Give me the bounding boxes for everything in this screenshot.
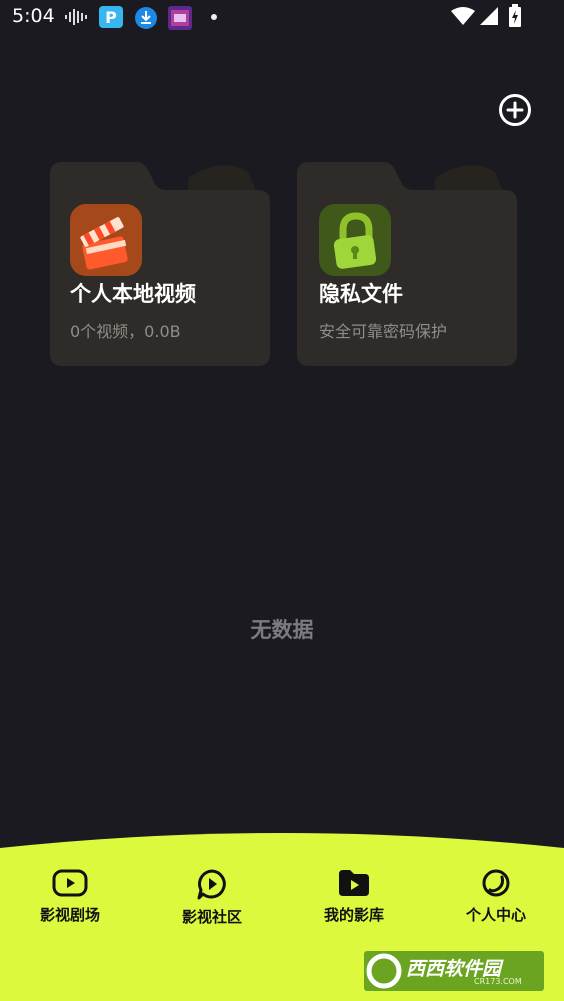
play-bubble-icon <box>197 869 226 900</box>
signal-icon <box>480 7 498 25</box>
status-bar: 5:04 P <box>0 0 564 34</box>
folder-local-videos[interactable]: 个人本地视频 0个视频，0.0B <box>48 160 272 368</box>
nav-item-community[interactable]: 影视社区 <box>157 868 267 938</box>
clapperboard-icon <box>70 204 142 276</box>
watermark-logo: 西西软件园 CR173.COM <box>364 951 544 991</box>
nav-item-profile[interactable]: 个人中心 <box>441 868 551 938</box>
moon-icon <box>482 869 510 897</box>
folder-title: 个人本地视频 <box>70 282 196 306</box>
nav-label: 影视剧场 <box>39 906 100 924</box>
dot-icon <box>211 14 217 20</box>
download-icon <box>135 7 157 29</box>
folder-title: 隐私文件 <box>319 282 403 306</box>
nav-label: 个人中心 <box>465 906 526 924</box>
lock-icon <box>319 204 391 276</box>
battery-icon <box>509 4 521 27</box>
game-app-icon <box>168 6 192 30</box>
status-time: 5:04 <box>12 5 55 27</box>
nav-label: 影视社区 <box>181 908 242 926</box>
play-tv-icon <box>52 869 88 897</box>
watermark-domain: CR173.COM <box>474 977 522 986</box>
empty-state-text: 无数据 <box>250 618 314 642</box>
svg-text:P: P <box>105 8 117 27</box>
nav-label: 我的影库 <box>323 906 384 924</box>
wifi-icon <box>451 7 475 25</box>
folder-play-icon <box>339 870 369 896</box>
folder-subtitle: 0个视频，0.0B <box>70 322 181 341</box>
add-button[interactable] <box>498 93 532 127</box>
nav-item-my-library[interactable]: 我的影库 <box>299 868 409 938</box>
folder-subtitle: 安全可靠密码保护 <box>319 322 448 341</box>
folder-private-files[interactable]: 隐私文件 安全可靠密码保护 <box>295 160 519 368</box>
sound-wave-icon <box>65 9 87 25</box>
p-app-icon: P <box>99 6 123 28</box>
nav-item-theater[interactable]: 影视剧场 <box>15 868 125 938</box>
